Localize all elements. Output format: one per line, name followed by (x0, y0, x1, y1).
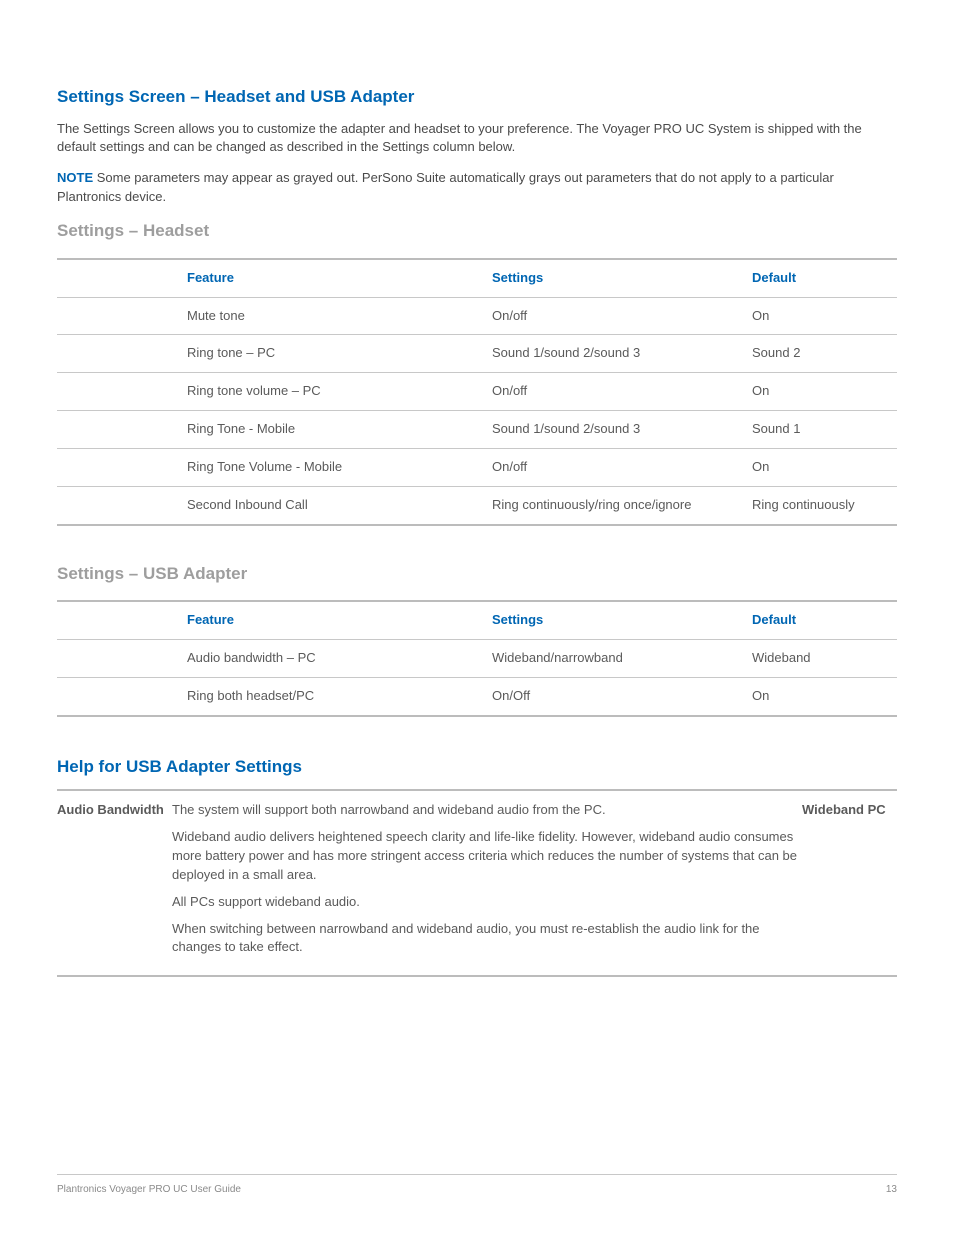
cell-feature: Ring both headset/PC (187, 677, 492, 715)
cell-settings: Sound 1/sound 2/sound 3 (492, 411, 752, 449)
table-row: Ring both headset/PCOn/OffOn (57, 677, 897, 715)
cell-feature: Ring Tone Volume - Mobile (187, 448, 492, 486)
cell-feature: Ring Tone - Mobile (187, 411, 492, 449)
headset-subtitle: Settings – Headset (57, 219, 897, 244)
cell-default: Sound 1 (752, 411, 897, 449)
settings-screen-title: Settings Screen – Headset and USB Adapte… (57, 85, 897, 110)
header-settings: Settings (492, 601, 752, 639)
header-feature: Feature (187, 601, 492, 639)
cell-default: Sound 2 (752, 335, 897, 373)
header-feature: Feature (187, 259, 492, 297)
cell-settings: On/Off (492, 677, 752, 715)
cell-default: Wideband (752, 640, 897, 678)
cell-settings: Sound 1/sound 2/sound 3 (492, 335, 752, 373)
help-left-label: Audio Bandwidth (57, 790, 172, 976)
usb-subtitle: Settings – USB Adapter (57, 562, 897, 587)
header-default: Default (752, 259, 897, 297)
table-row: Audio bandwidth – PCWideband/narrowbandW… (57, 640, 897, 678)
footer-left: Plantronics Voyager PRO UC User Guide (57, 1183, 241, 1198)
help-body: The system will support both narrowband … (172, 790, 802, 976)
table-row: Second Inbound CallRing continuously/rin… (57, 486, 897, 524)
table-row: Ring tone – PCSound 1/sound 2/sound 3Sou… (57, 335, 897, 373)
help-table: Audio Bandwidth The system will support … (57, 789, 897, 977)
cell-settings: Ring continuously/ring once/ignore (492, 486, 752, 524)
cell-feature: Mute tone (187, 297, 492, 335)
footer-page-number: 13 (886, 1183, 897, 1198)
table-row: Mute toneOn/offOn (57, 297, 897, 335)
note-paragraph: NOTE Some parameters may appear as graye… (57, 169, 897, 207)
help-right-label: Wideband PC (802, 790, 897, 976)
cell-settings: Wideband/narrowband (492, 640, 752, 678)
cell-default: On (752, 448, 897, 486)
table-row: Ring Tone - MobileSound 1/sound 2/sound … (57, 411, 897, 449)
table-row: Ring tone volume – PCOn/offOn (57, 373, 897, 411)
help-paragraph: When switching between narrowband and wi… (172, 920, 802, 958)
intro-paragraph: The Settings Screen allows you to custom… (57, 120, 897, 158)
cell-feature: Ring tone – PC (187, 335, 492, 373)
cell-default: Ring continuously (752, 486, 897, 524)
note-text: Some parameters may appear as grayed out… (57, 170, 834, 204)
help-paragraph: All PCs support wideband audio. (172, 893, 802, 912)
cell-default: On (752, 297, 897, 335)
cell-settings: On/off (492, 373, 752, 411)
table-header-row: Feature Settings Default (57, 601, 897, 639)
cell-feature: Second Inbound Call (187, 486, 492, 524)
help-title: Help for USB Adapter Settings (57, 755, 897, 780)
help-paragraph: Wideband audio delivers heightened speec… (172, 828, 802, 885)
cell-settings: On/off (492, 297, 752, 335)
usb-settings-table: Feature Settings Default Audio bandwidth… (57, 600, 897, 717)
cell-settings: On/off (492, 448, 752, 486)
help-paragraph: The system will support both narrowband … (172, 801, 802, 820)
page-footer: Plantronics Voyager PRO UC User Guide 13 (57, 1174, 897, 1198)
cell-feature: Audio bandwidth – PC (187, 640, 492, 678)
header-settings: Settings (492, 259, 752, 297)
note-label: NOTE (57, 170, 93, 185)
help-section: Help for USB Adapter Settings Audio Band… (57, 755, 897, 978)
header-default: Default (752, 601, 897, 639)
cell-default: On (752, 677, 897, 715)
headset-settings-table: Feature Settings Default Mute toneOn/off… (57, 258, 897, 526)
cell-default: On (752, 373, 897, 411)
cell-feature: Ring tone volume – PC (187, 373, 492, 411)
table-header-row: Feature Settings Default (57, 259, 897, 297)
table-row: Ring Tone Volume - MobileOn/offOn (57, 448, 897, 486)
